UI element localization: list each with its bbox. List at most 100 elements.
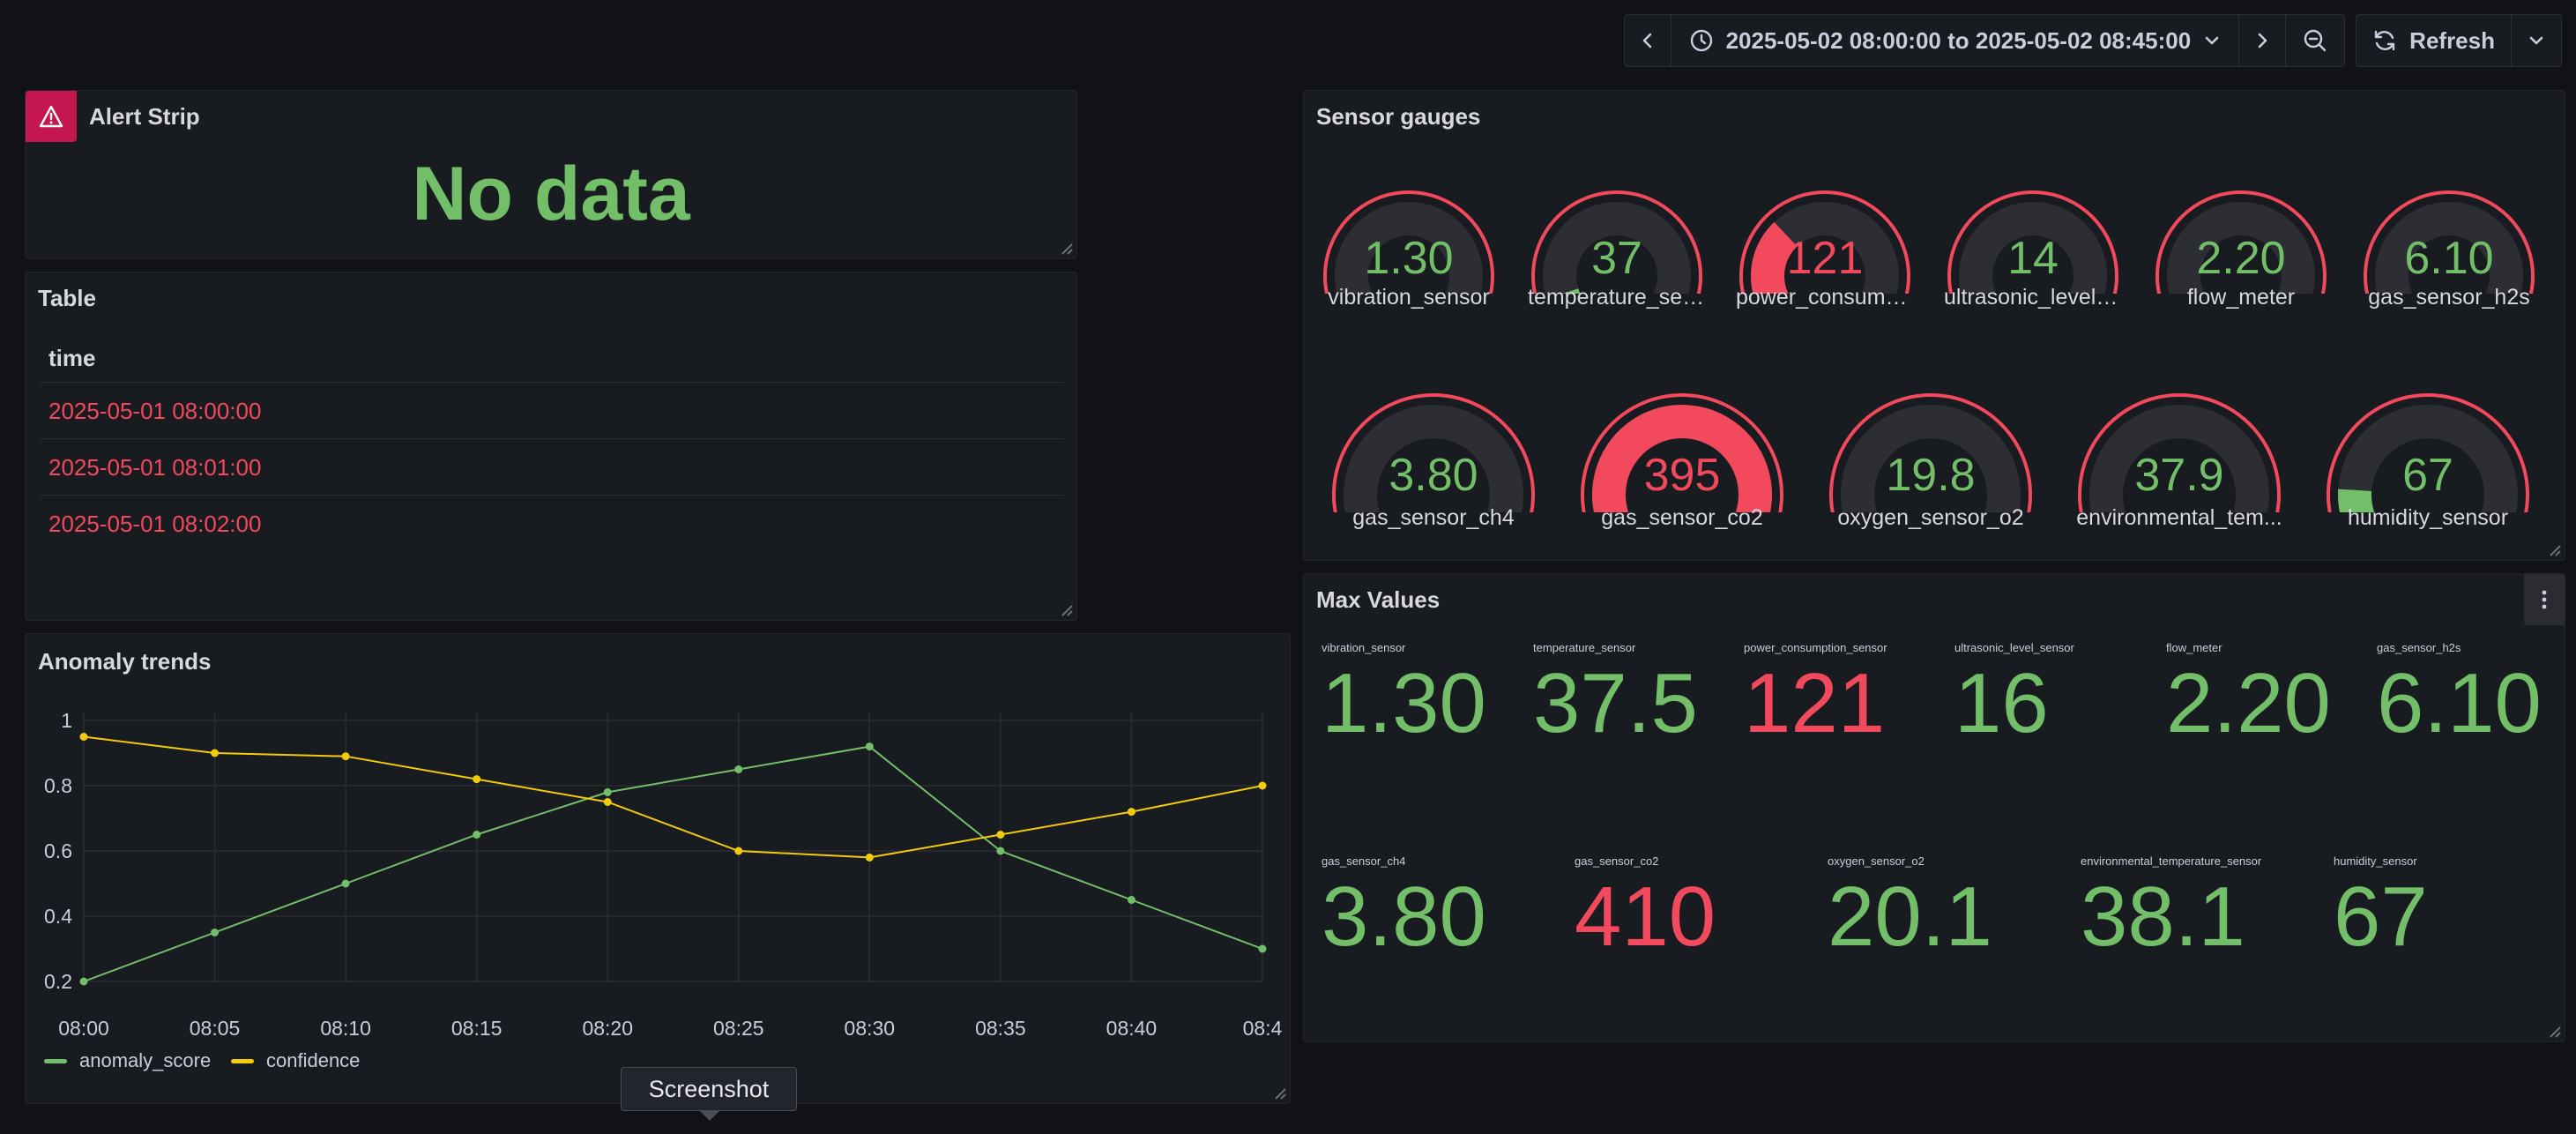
- gauge[interactable]: 1.30 vibration_sensor: [1316, 161, 1501, 310]
- stat-tile[interactable]: vibration_sensor 1.30: [1322, 641, 1486, 746]
- stat-tile[interactable]: gas_sensor_ch4 3.80: [1322, 854, 1486, 959]
- stat-label: temperature_sensor: [1533, 641, 1636, 654]
- data-point-confidence: [865, 853, 874, 862]
- stat-label: flow_meter: [2166, 641, 2222, 654]
- legend-item-confidence[interactable]: confidence: [231, 1049, 360, 1072]
- stat-value: 37.5: [1533, 656, 1698, 750]
- data-point-confidence: [79, 733, 88, 741]
- stat-tile[interactable]: flow_meter 2.20: [2166, 641, 2331, 746]
- gauge[interactable]: 37 temperature_sensor: [1524, 161, 1709, 310]
- gauge-label: power_consumpti...: [1736, 285, 1917, 310]
- more-vertical-icon: [2542, 590, 2547, 609]
- stat-value: 3.80: [1322, 869, 1486, 964]
- series-line-anomaly_score: [83, 745, 1263, 982]
- gauge[interactable]: 121 power_consumpti...: [1732, 161, 1917, 310]
- gauge-label: gas_sensor_h2s: [2368, 285, 2530, 310]
- resize-handle[interactable]: [2547, 1024, 2561, 1038]
- data-point-anomaly_score: [865, 742, 874, 751]
- stat-label: environmental_temperature_sensor: [2081, 854, 2262, 868]
- data-point-confidence: [996, 831, 1005, 839]
- x-tick-label: 08:30: [845, 1017, 896, 1040]
- gauge-label: oxygen_sensor_o2: [1837, 505, 2024, 530]
- gauge-label: gas_sensor_co2: [1601, 505, 1763, 530]
- tooltip-arrow: [699, 1110, 720, 1121]
- data-point-confidence: [211, 749, 220, 757]
- stat-label: vibration_sensor: [1322, 641, 1406, 654]
- stat-value: 16: [1954, 656, 2049, 750]
- gauge[interactable]: 395 gas_sensor_co2: [1574, 362, 1791, 531]
- gauge-value: 3.80: [1389, 450, 1478, 501]
- stat-tile[interactable]: ultrasonic_level_sensor 16: [1954, 641, 2074, 746]
- gauge-value: 395: [1643, 450, 1721, 501]
- gauge-value: 37.9: [2134, 450, 2224, 501]
- x-tick-label: 08:10: [320, 1017, 371, 1040]
- data-point-anomaly_score: [341, 879, 350, 888]
- stat-value: 67: [2334, 869, 2428, 964]
- stat-tile[interactable]: temperature_sensor 37.5: [1533, 641, 1698, 746]
- panel-menu-button[interactable]: [2524, 574, 2565, 625]
- legend-label: confidence: [266, 1049, 361, 1071]
- gauge[interactable]: 37.9 environmental_tem...: [2071, 362, 2288, 531]
- gauge-label: environmental_tem...: [2076, 505, 2282, 530]
- data-point-anomaly_score: [1127, 896, 1135, 904]
- legend-swatch: [231, 1058, 254, 1063]
- gauge-value: 67: [2402, 450, 2453, 501]
- stat-value: 38.1: [2081, 869, 2245, 964]
- data-point-anomaly_score: [473, 831, 481, 839]
- gauge-value: 121: [1786, 233, 1864, 284]
- stat-label: humidity_sensor: [2334, 854, 2417, 868]
- gauge-value: 1.30: [1364, 233, 1454, 284]
- stat-label: gas_sensor_ch4: [1322, 854, 1406, 868]
- series-line-confidence: [83, 735, 1263, 859]
- stat-tile[interactable]: power_consumption_sensor 121: [1744, 641, 1887, 746]
- data-point-confidence: [734, 847, 743, 855]
- data-point-anomaly_score: [996, 847, 1005, 855]
- stat-label: oxygen_sensor_o2: [1828, 854, 1925, 868]
- sensor-gauges-panel: Sensor gauges 1.30 vibration_sensor 37 temp…: [1303, 90, 2565, 561]
- data-point-anomaly_score: [603, 787, 612, 796]
- data-point-anomaly_score: [1258, 944, 1267, 953]
- x-tick-label: 08:35: [975, 1017, 1026, 1040]
- stat-label: gas_sensor_h2s: [2377, 641, 2461, 654]
- stat-label: power_consumption_sensor: [1744, 641, 1887, 654]
- gauge-value: 37: [1591, 233, 1642, 284]
- data-point-anomaly_score: [734, 765, 743, 773]
- gauge[interactable]: 6.10 gas_sensor_h2s: [2356, 161, 2542, 310]
- stat-value: 121: [1744, 656, 1886, 750]
- screenshot-tooltip: Screenshot: [621, 1067, 797, 1111]
- x-tick-label: 08:40: [1106, 1017, 1158, 1040]
- stat-tile[interactable]: oxygen_sensor_o2 20.1: [1828, 854, 1992, 959]
- x-tick-label: 08:25: [713, 1017, 764, 1040]
- stat-tile[interactable]: gas_sensor_co2 410: [1575, 854, 1716, 959]
- panel-title: Max Values: [1316, 586, 1441, 613]
- gauge-value: 6.10: [2404, 233, 2494, 284]
- stat-value: 2.20: [2166, 656, 2331, 750]
- legend-swatch: [44, 1058, 67, 1063]
- stat-tile[interactable]: gas_sensor_h2s 6.10: [2377, 641, 2542, 746]
- stat-tile[interactable]: environmental_temperature_sensor 38.1: [2081, 854, 2261, 959]
- legend-label: anomaly_score: [79, 1049, 212, 1071]
- gauge-label: vibration_sensor: [1328, 285, 1490, 310]
- data-point-confidence: [341, 752, 350, 761]
- stat-value: 410: [1575, 869, 1716, 964]
- y-tick-label: 0.8: [44, 774, 72, 797]
- gauge[interactable]: 14ultrasonic_level_se...: [1940, 161, 2126, 310]
- legend-item-anomaly-score[interactable]: anomaly_score: [44, 1049, 211, 1072]
- stat-tile[interactable]: humidity_sensor 67: [2334, 854, 2428, 959]
- data-point-anomaly_score: [211, 929, 220, 936]
- gauge[interactable]: 2.20 flow_meter: [2148, 161, 2334, 310]
- stat-value: 20.1: [1828, 869, 1992, 964]
- gauge[interactable]: 19.8 oxygen_sensor_o2: [1822, 362, 2039, 531]
- gauge[interactable]: 3.80 gas_sensor_ch4: [1325, 362, 1542, 531]
- max-values-panel: Max Values vibration_sensor 1.30 temperatu…: [1303, 573, 2565, 1042]
- data-point-anomaly_score: [79, 977, 88, 986]
- gauge[interactable]: 67 humidity_sensor: [2319, 362, 2536, 531]
- y-tick-label: 0.2: [44, 970, 72, 993]
- stat-label: gas_sensor_co2: [1575, 854, 1659, 868]
- data-point-confidence: [473, 775, 481, 784]
- y-tick-label: 1: [61, 709, 72, 732]
- stat-value: 6.10: [2377, 656, 2542, 750]
- gauge-label: humidity_sensor: [2347, 505, 2509, 530]
- gauge-label: temperature_sensor: [1528, 285, 1709, 310]
- resize-handle[interactable]: [2547, 542, 2561, 556]
